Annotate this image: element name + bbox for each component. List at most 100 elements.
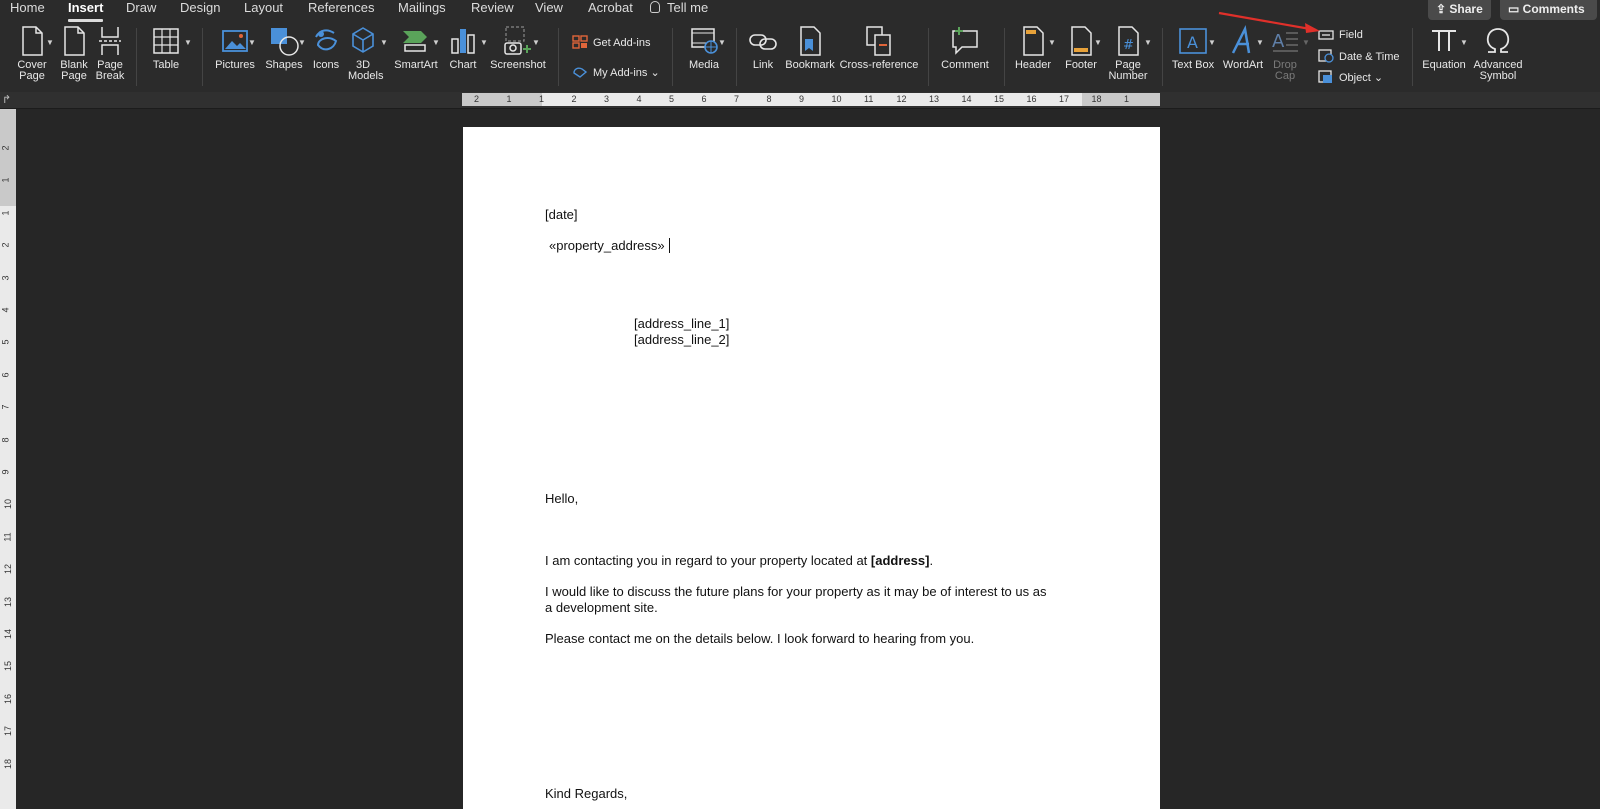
table-icon (153, 28, 179, 54)
bookmark-icon (800, 26, 821, 56)
chevron-down-icon[interactable]: ▼ (248, 38, 256, 47)
horizontal-ruler[interactable]: 2 1 1 2 3 4 5 6 7 8 9 10 11 12 13 14 15 16 17 18 1 (462, 93, 1160, 106)
chevron-down-icon[interactable]: ▼ (718, 38, 726, 47)
tab-stop-selector-icon[interactable]: ↱ (2, 93, 11, 106)
share-icon: ⇪ (1436, 2, 1450, 16)
media-button[interactable]: Media (684, 25, 724, 71)
paragraph-2-line-1: I would like to discuss the future plans… (545, 584, 1047, 599)
vertical-ruler[interactable]: 2 1 1 2 3 4 5 6 7 8 9 10 11 12 13 14 15 16 17 18 (0, 109, 16, 809)
ruler-tick-label: 2 (0, 242, 11, 248)
tab-acrobat[interactable]: Acrobat (588, 0, 633, 16)
ruler-tick-label: 4 (636, 94, 642, 104)
wordart-label: WordArt (1222, 59, 1264, 71)
blank-page-button[interactable]: Blank Page (58, 25, 90, 82)
tab-review[interactable]: Review (471, 0, 514, 16)
address-line-1: [address_line_1] (634, 316, 730, 331)
ribbon-divider (928, 28, 929, 86)
svg-text:A: A (1272, 31, 1285, 52)
ruler-tick-label: 6 (0, 372, 11, 378)
ruler-tick-label: 5 (0, 339, 11, 345)
shapes-button[interactable]: Shapes (262, 25, 306, 71)
tab-design[interactable]: Design (180, 0, 220, 16)
property-address-merge-field[interactable]: «property_address» (549, 238, 665, 253)
tab-home[interactable]: Home (10, 0, 45, 16)
link-button[interactable]: Link (746, 25, 780, 71)
date-time-button[interactable]: Date & Time (1318, 49, 1400, 64)
page-number-button[interactable]: # Page Number (1106, 25, 1150, 82)
tab-insert[interactable]: Insert (68, 0, 104, 22)
tab-view[interactable]: View (535, 0, 563, 16)
chevron-down-icon[interactable]: ▼ (1208, 38, 1216, 47)
ruler-tick-label: 8 (766, 94, 772, 104)
3d-models-label-2: Models (348, 70, 384, 82)
tab-draw[interactable]: Draw (126, 0, 156, 16)
address-line-2: [address_line_2] (634, 332, 730, 347)
smartart-button[interactable]: SmartArt (392, 25, 440, 71)
ruler-tick-label: 11 (2, 532, 13, 542)
bookmark-button[interactable]: Bookmark (784, 25, 836, 71)
pictures-button[interactable]: Pictures (212, 25, 258, 71)
wordart-button[interactable]: WordArt (1222, 25, 1264, 71)
equation-button[interactable]: Equation (1420, 25, 1468, 71)
tab-references[interactable]: References (308, 0, 374, 16)
tab-layout[interactable]: Layout (244, 0, 283, 16)
comments-button[interactable]: ▭ Comments (1500, 0, 1597, 20)
chevron-down-icon[interactable]: ▼ (1094, 38, 1102, 47)
ruler-tick-label: 3 (0, 275, 11, 281)
ruler-tick-label: 3 (604, 94, 610, 104)
chevron-down-icon[interactable]: ▼ (184, 38, 192, 47)
chevron-down-icon[interactable]: ▼ (432, 38, 440, 47)
ribbon-tab-bar: Home Insert Draw Design Layout Reference… (0, 0, 1600, 22)
chevron-down-icon[interactable]: ▼ (1256, 38, 1264, 47)
calendar-clock-icon (1318, 49, 1334, 63)
table-button[interactable]: Table (148, 25, 184, 71)
tell-me-search[interactable]: Tell me (650, 0, 708, 16)
ruler-tick-label: 11 (864, 94, 874, 104)
ruler-tick-label: 2 (474, 94, 480, 104)
ribbon-divider (1162, 28, 1163, 86)
paragraph-1: I am contacting you in regard to your pr… (545, 553, 933, 569)
chevron-down-icon[interactable]: ▼ (1460, 38, 1468, 47)
smartart-label: SmartArt (394, 59, 438, 71)
header-button[interactable]: Header (1014, 25, 1052, 71)
document-page[interactable]: [date] «property_address» [address_line_… (463, 127, 1160, 809)
advanced-symbol-button[interactable]: Advanced Symbol (1470, 25, 1526, 82)
paragraph-3: Please contact me on the details below. … (545, 631, 975, 646)
drop-cap-button[interactable]: A Drop Cap (1268, 25, 1302, 82)
header-label: Header (1014, 59, 1052, 71)
tab-mailings[interactable]: Mailings (398, 0, 446, 16)
chevron-down-icon[interactable]: ▼ (1048, 38, 1056, 47)
chart-icon (451, 29, 475, 54)
camera-icon (504, 26, 531, 55)
comment-button[interactable]: Comment (938, 25, 992, 71)
chevron-down-icon[interactable]: ▼ (1144, 38, 1152, 47)
get-addins-button[interactable]: Get Add-ins (572, 35, 650, 50)
chevron-down-icon[interactable]: ▼ (46, 38, 54, 47)
svg-text:#: # (1123, 38, 1134, 53)
chart-button[interactable]: Chart (446, 25, 480, 71)
field-button[interactable]: Field (1318, 28, 1363, 42)
get-addins-label: Get Add-ins (593, 37, 651, 49)
chevron-down-icon[interactable]: ▼ (480, 38, 488, 47)
object-button[interactable]: Object ⌄ (1318, 70, 1383, 85)
ruler-tick-label: 4 (0, 307, 11, 313)
ribbon-divider (202, 28, 203, 86)
cross-reference-button[interactable]: Cross-reference (838, 25, 920, 71)
text-box-button[interactable]: A Text Box (1170, 25, 1216, 71)
lightbulb-icon (650, 1, 660, 13)
page-break-button[interactable]: Page Break (94, 25, 126, 82)
cover-page-button[interactable]: Cover Page (14, 25, 50, 82)
ruler-tick-label: 6 (701, 94, 707, 104)
icons-button[interactable]: Icons (310, 25, 342, 71)
footer-button[interactable]: Footer (1062, 25, 1100, 71)
ruler-tick-label: 10 (3, 499, 14, 510)
screenshot-button[interactable]: Screenshot (490, 25, 546, 71)
my-addins-button[interactable]: My Add-ins ⌄ (572, 65, 660, 80)
chevron-down-icon[interactable]: ▼ (532, 38, 540, 47)
chevron-down-icon[interactable]: ▼ (380, 38, 388, 47)
share-button[interactable]: ⇪ Share (1428, 0, 1491, 20)
header-icon (1023, 26, 1044, 56)
chevron-down-icon[interactable]: ▼ (298, 38, 306, 47)
screenshot-label: Screenshot (490, 59, 546, 71)
3d-models-button[interactable]: 3D Models (348, 25, 383, 82)
